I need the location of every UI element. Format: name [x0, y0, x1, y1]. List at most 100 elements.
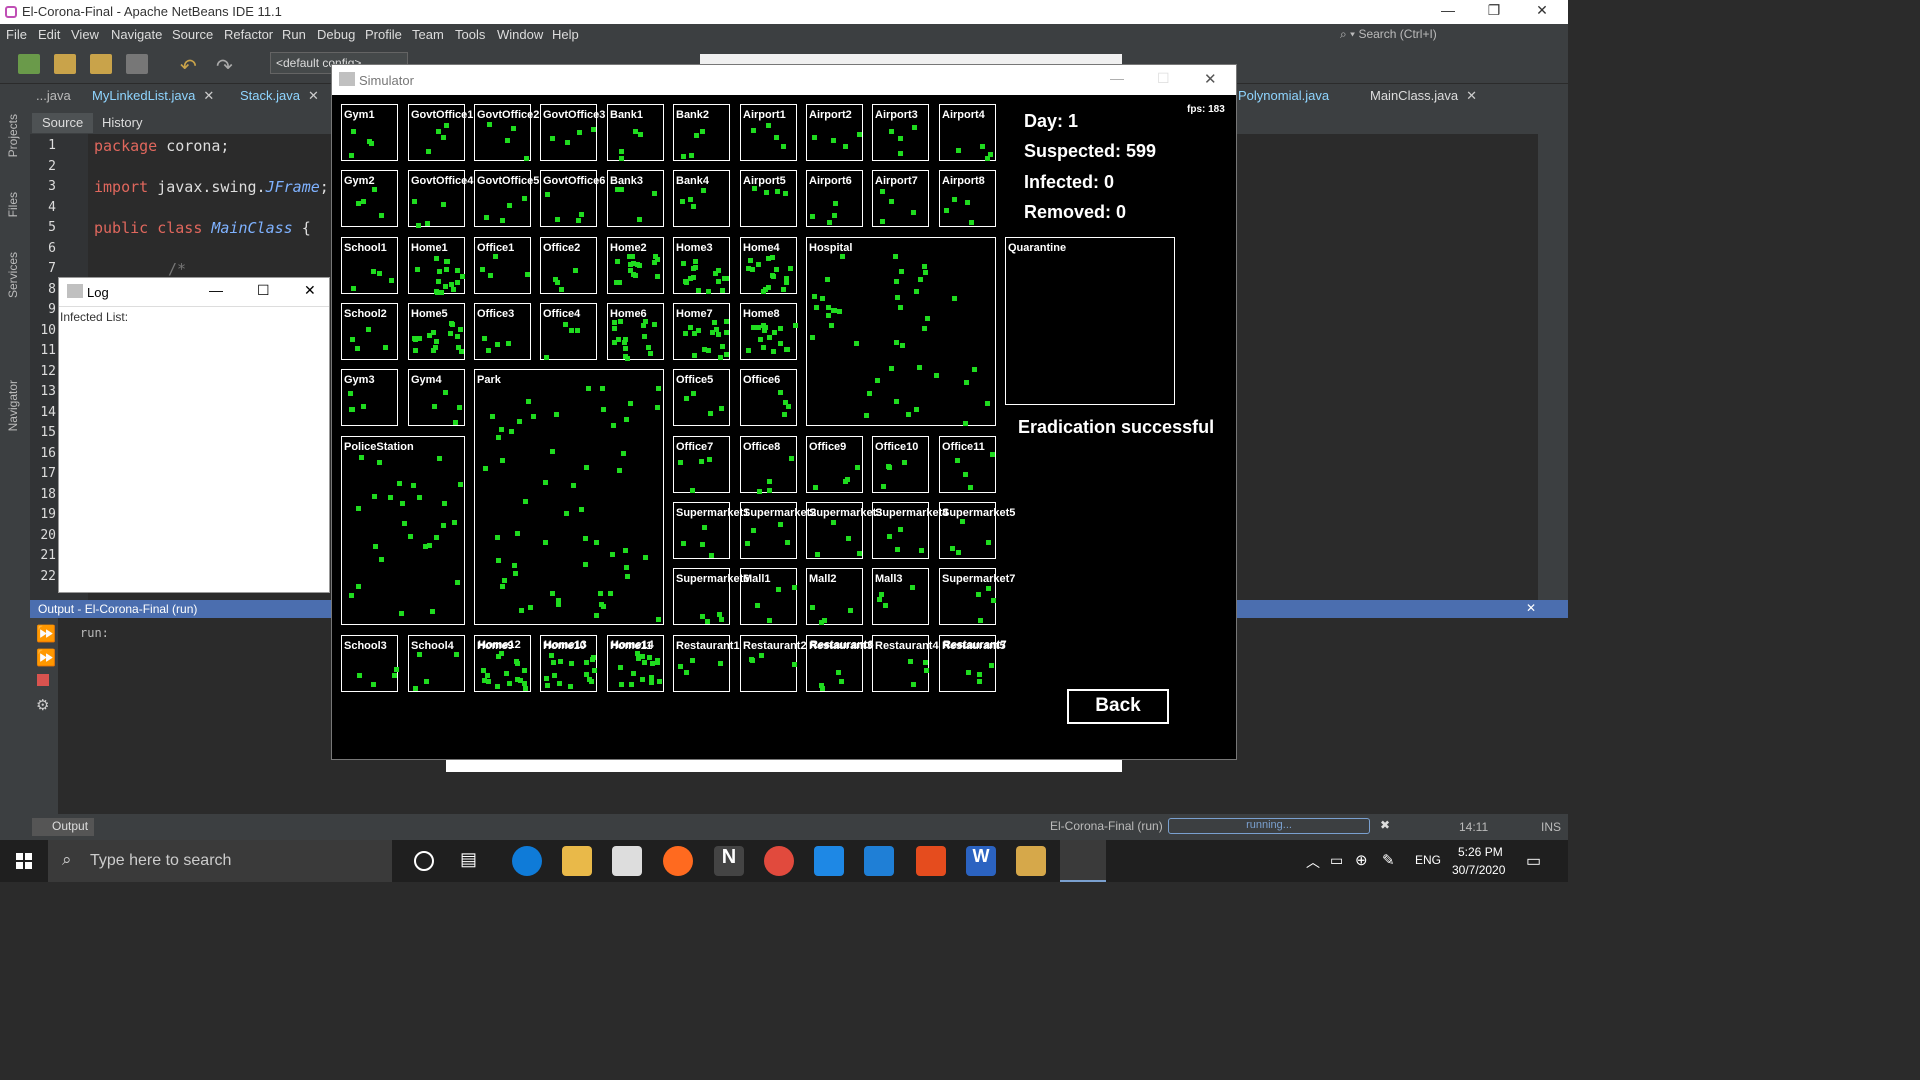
person-dot	[724, 352, 730, 358]
pen-icon[interactable]: ✎	[1382, 851, 1395, 869]
output-toolbar: ⏩ ⏩ ⚙	[30, 618, 58, 814]
menu-window[interactable]: Window	[497, 27, 543, 42]
cortana-icon[interactable]	[414, 851, 434, 871]
sidebar-navigator[interactable]: Navigator	[6, 380, 20, 431]
tab-mainclass[interactable]: MainClass.java ✕	[1370, 88, 1477, 104]
person-dot	[922, 263, 928, 269]
close-icon[interactable]: ✕	[1466, 88, 1477, 103]
sidebar-projects[interactable]: Projects	[6, 114, 20, 157]
battery-icon[interactable]: ▭	[1330, 852, 1343, 869]
undo-icon[interactable]: ↶	[180, 54, 202, 78]
settings-icon[interactable]: ⚙	[36, 696, 49, 714]
tab-java[interactable]: ...java	[36, 88, 71, 103]
ide-search-input[interactable]: ⌕ ▾ Search (Ctrl+I)	[1340, 27, 1540, 44]
person-dot	[637, 216, 643, 222]
new-project-icon[interactable]	[54, 54, 76, 74]
person-dot	[698, 458, 704, 464]
menu-debug[interactable]: Debug	[317, 27, 355, 42]
language-indicator[interactable]: ENG	[1415, 853, 1441, 867]
minimize-icon[interactable]: —	[1110, 70, 1124, 86]
maximize-icon[interactable]: ☐	[257, 282, 270, 299]
maximize-icon[interactable]: ☐	[1157, 70, 1170, 87]
person-dot	[680, 154, 686, 160]
person-dot	[457, 327, 463, 333]
rerun-icon[interactable]: ⏩	[36, 624, 56, 644]
menu-run[interactable]: Run	[282, 27, 306, 42]
menu-source[interactable]: Source	[172, 27, 213, 42]
menu-team[interactable]: Team	[412, 27, 444, 42]
java-app-icon[interactable]	[1060, 840, 1106, 882]
edge-icon[interactable]	[512, 846, 542, 876]
chevron-up-icon[interactable]: ︿	[1306, 852, 1320, 872]
notion-icon[interactable]: N	[714, 846, 744, 876]
person-dot	[888, 128, 894, 134]
person-dot	[912, 124, 918, 130]
menu-refactor[interactable]: Refactor	[224, 27, 273, 42]
menu-tools[interactable]: Tools	[455, 27, 485, 42]
back-button[interactable]: Back	[1067, 689, 1169, 724]
chrome-icon[interactable]	[764, 846, 794, 876]
person-dot	[701, 187, 707, 193]
file-explorer-icon[interactable]	[562, 846, 592, 876]
network-icon[interactable]: ⊕	[1355, 851, 1368, 869]
cancel-icon[interactable]: ✖	[1380, 818, 1390, 832]
sidebar-files[interactable]: Files	[6, 192, 20, 217]
output-tab[interactable]: Output	[32, 818, 94, 836]
firefox-icon[interactable]	[663, 846, 693, 876]
close-icon[interactable]: ✕	[1204, 70, 1217, 88]
close-icon[interactable]: ✕	[1526, 601, 1536, 615]
location-label: Bank3	[610, 175, 644, 187]
source-tab[interactable]: Source	[32, 113, 94, 133]
notification-icon[interactable]: ▭	[1526, 851, 1541, 871]
netbeans-taskbar-icon[interactable]	[1016, 846, 1046, 876]
menu-help[interactable]: Help	[552, 27, 579, 42]
clock-time[interactable]: 5:26 PM	[1458, 845, 1503, 859]
simulation-canvas[interactable]: Quarantine Gym1 GovtOffice1 GovtOffice2 Gov…	[332, 95, 1236, 759]
menu-profile[interactable]: Profile	[365, 27, 402, 42]
vscode-icon[interactable]	[864, 846, 894, 876]
clock-date[interactable]: 30/7/2020	[1452, 863, 1505, 877]
person-dot	[759, 653, 765, 659]
mail-icon[interactable]	[814, 846, 844, 876]
log-textarea[interactable]: Infected List:	[59, 306, 329, 592]
redo-icon[interactable]: ↷	[216, 54, 238, 78]
task-view-icon[interactable]: ▤	[460, 849, 490, 879]
start-button[interactable]	[0, 840, 48, 882]
close-icon[interactable]: ✕	[1522, 2, 1562, 22]
menu-navigate[interactable]: Navigate	[111, 27, 162, 42]
open-project-icon[interactable]	[90, 54, 112, 74]
line-number: 4	[48, 200, 56, 215]
new-file-icon[interactable]	[18, 54, 40, 74]
close-icon[interactable]: ✕	[308, 88, 319, 103]
office-icon[interactable]	[916, 846, 946, 876]
sidebar-services[interactable]: Services	[6, 252, 20, 298]
person-dot	[623, 416, 629, 422]
minimize-icon[interactable]: —	[1428, 2, 1468, 22]
menu-file[interactable]: File	[6, 27, 27, 42]
rerun-config-icon[interactable]: ⏩	[36, 648, 56, 668]
taskbar-search[interactable]: ⌕ Type here to search	[48, 840, 392, 882]
person-dot	[396, 481, 402, 487]
day-counter: Day: 1	[1024, 111, 1079, 131]
person-dot	[856, 132, 862, 138]
person-dot	[366, 138, 372, 144]
word-icon[interactable]: W	[966, 846, 996, 876]
menu-view[interactable]: View	[71, 27, 99, 42]
windows-taskbar: ⌕ Type here to search ▤ N W ︿ ▭ ⊕ ✎ ENG …	[0, 840, 1568, 882]
menu-edit[interactable]: Edit	[38, 27, 60, 42]
close-icon[interactable]: ✕	[304, 282, 316, 299]
tab-polynomial[interactable]: Polynomial.java	[1238, 88, 1329, 103]
tab-mylinkedlist[interactable]: MyLinkedList.java ✕	[92, 88, 214, 104]
store-icon[interactable]	[612, 846, 642, 876]
location-label: Home7	[676, 308, 713, 320]
close-icon[interactable]: ✕	[203, 88, 214, 103]
stop-icon[interactable]	[37, 674, 49, 686]
minimize-icon[interactable]: —	[209, 282, 223, 298]
tab-stack[interactable]: Stack.java ✕	[240, 88, 319, 104]
history-tab[interactable]: History	[92, 113, 152, 133]
restore-icon[interactable]: ❐	[1474, 2, 1514, 22]
person-dot	[625, 574, 631, 580]
save-all-icon[interactable]	[126, 54, 148, 74]
person-dot	[570, 482, 576, 488]
person-dot	[486, 348, 492, 354]
